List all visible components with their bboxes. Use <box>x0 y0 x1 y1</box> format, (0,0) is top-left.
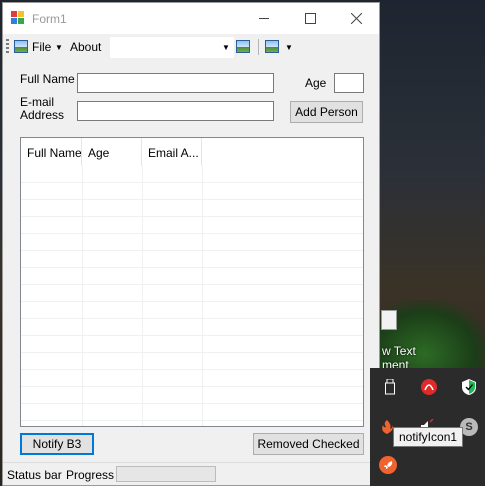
toolstrip-combobox[interactable] <box>110 37 234 58</box>
list-gridline <box>21 199 363 200</box>
desktop-file-icon[interactable] <box>381 310 397 330</box>
status-label: Status bar <box>7 468 62 482</box>
maximize-icon <box>304 13 316 24</box>
list-gridline <box>21 233 363 234</box>
email-label-line2: Address <box>20 108 65 122</box>
file-menu[interactable]: File <box>32 40 51 54</box>
about-menu[interactable]: About <box>70 40 101 54</box>
progress-label: Progress <box>66 468 115 482</box>
toolstrip-dropdown-chevron-down-icon[interactable]: ▼ <box>285 43 293 52</box>
list-gridline <box>21 403 363 404</box>
toolstrip-image-button-icon[interactable] <box>236 40 250 53</box>
toolstrip-grip[interactable] <box>6 39 9 55</box>
column-header-age[interactable]: Age <box>82 138 142 166</box>
list-gridline <box>21 250 363 251</box>
notify-button[interactable]: Notify B3 <box>20 433 94 455</box>
status-strip: Status bar Progress <box>3 462 379 485</box>
combobox-chevron-down-icon[interactable]: ▼ <box>222 43 230 52</box>
age-label: Age <box>305 76 327 90</box>
list-gridline <box>21 284 363 285</box>
add-person-button[interactable]: Add Person <box>290 101 363 123</box>
column-header-email[interactable]: Email A... <box>142 138 202 166</box>
file-menu-chevron-down-icon: ▼ <box>55 43 63 52</box>
list-gridline <box>21 301 363 302</box>
list-gridline <box>202 166 203 426</box>
toolstrip-separator <box>258 39 259 55</box>
notify-icon-tooltip: notifyIcon1 <box>393 427 464 447</box>
age-input[interactable] <box>334 73 364 93</box>
close-icon <box>350 13 362 24</box>
form-window: Form1 File ▼ About ▼ ▼ Full Name Age E-m… <box>2 2 380 486</box>
menu-strip: File ▼ About ▼ ▼ <box>3 34 379 60</box>
fullname-input[interactable] <box>77 73 274 93</box>
list-gridline <box>21 216 363 217</box>
rocket-icon[interactable] <box>379 456 397 474</box>
list-gridline <box>21 335 363 336</box>
minimize-icon <box>258 18 269 19</box>
person-list-view[interactable]: Full Name Age Email A... <box>20 137 364 427</box>
list-gridline <box>21 318 363 319</box>
remove-checked-button[interactable]: Removed Checked <box>253 433 364 455</box>
column-header-full-name[interactable]: Full Name <box>21 138 82 166</box>
email-input[interactable] <box>77 101 274 121</box>
progress-bar <box>116 466 216 482</box>
list-gridline <box>21 352 363 353</box>
desktop-file-label-line1: w Text <box>382 344 416 358</box>
app-red-icon[interactable] <box>420 378 438 396</box>
list-gridline <box>21 420 363 421</box>
email-label-line1: E-mail <box>20 95 55 109</box>
email-label: E-mail Address <box>20 96 64 122</box>
list-gridline <box>82 166 83 426</box>
shield-icon[interactable] <box>460 378 478 396</box>
window-title: Form1 <box>32 12 67 26</box>
fullname-label: Full Name <box>20 72 75 86</box>
usb-icon[interactable] <box>381 378 399 396</box>
list-gridline <box>142 166 143 426</box>
app-icon[interactable] <box>11 11 27 25</box>
minimize-button[interactable] <box>241 3 287 34</box>
list-gridline <box>21 182 363 183</box>
maximize-button[interactable] <box>287 3 333 34</box>
list-gridline <box>21 267 363 268</box>
list-gridline <box>21 386 363 387</box>
toolstrip-dropdown-image-icon[interactable] <box>265 40 279 53</box>
list-gridline <box>21 369 363 370</box>
close-button[interactable] <box>333 3 379 34</box>
file-menu-image-icon <box>14 40 28 53</box>
list-header: Full Name Age Email A... <box>21 138 363 166</box>
title-bar[interactable]: Form1 <box>3 3 379 34</box>
